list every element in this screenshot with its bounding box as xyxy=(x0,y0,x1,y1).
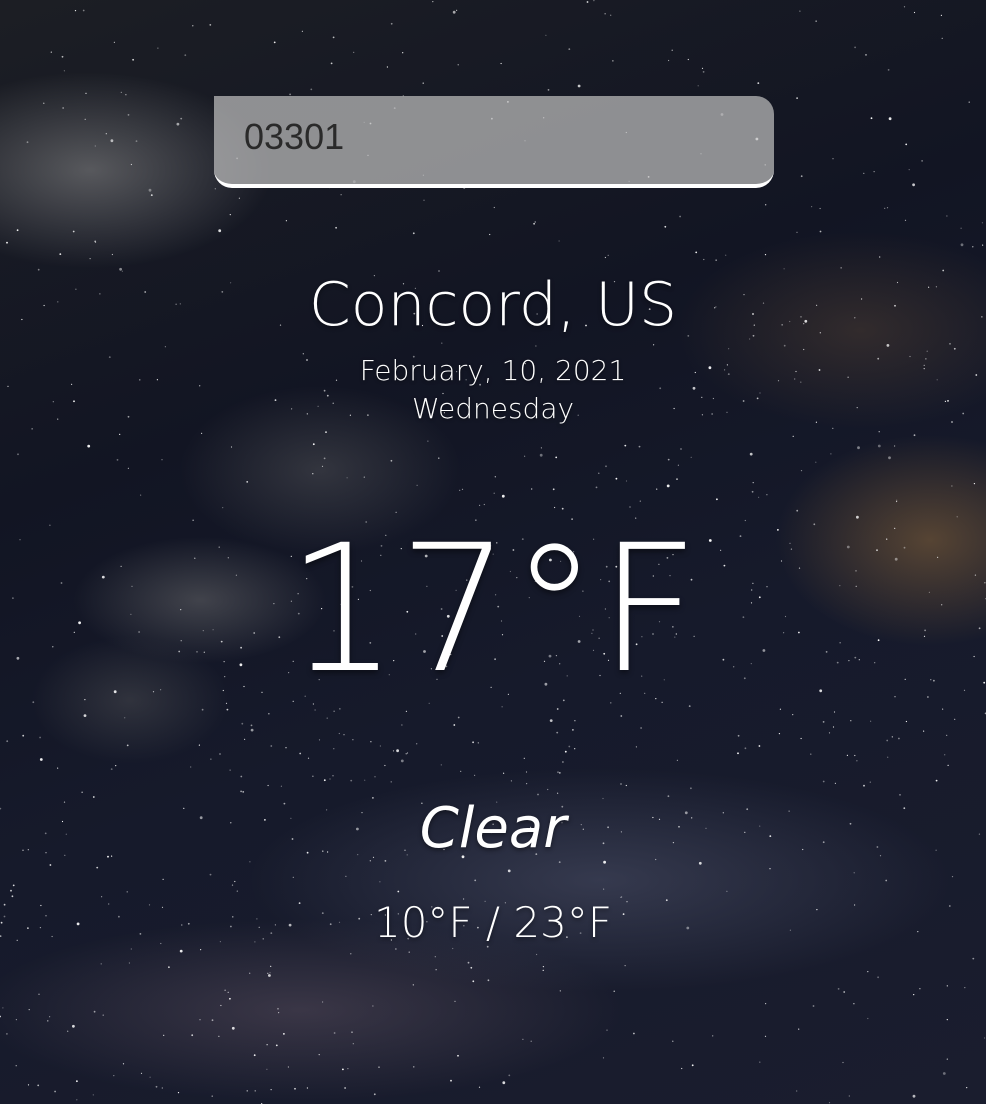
weather-condition: Clear xyxy=(419,796,567,861)
zip-search-input[interactable] xyxy=(214,96,774,188)
current-temperature: 17°F xyxy=(286,507,700,712)
location-name: Concord, US xyxy=(308,270,678,340)
date-text: February, 10, 2021 xyxy=(359,354,627,387)
weather-app: Concord, US February, 10, 2021 Wednesday… xyxy=(0,0,986,1104)
temperature-range: 10°F / 23°F xyxy=(373,898,613,947)
search-box xyxy=(214,96,774,188)
weekday-text: Wednesday xyxy=(411,392,575,425)
